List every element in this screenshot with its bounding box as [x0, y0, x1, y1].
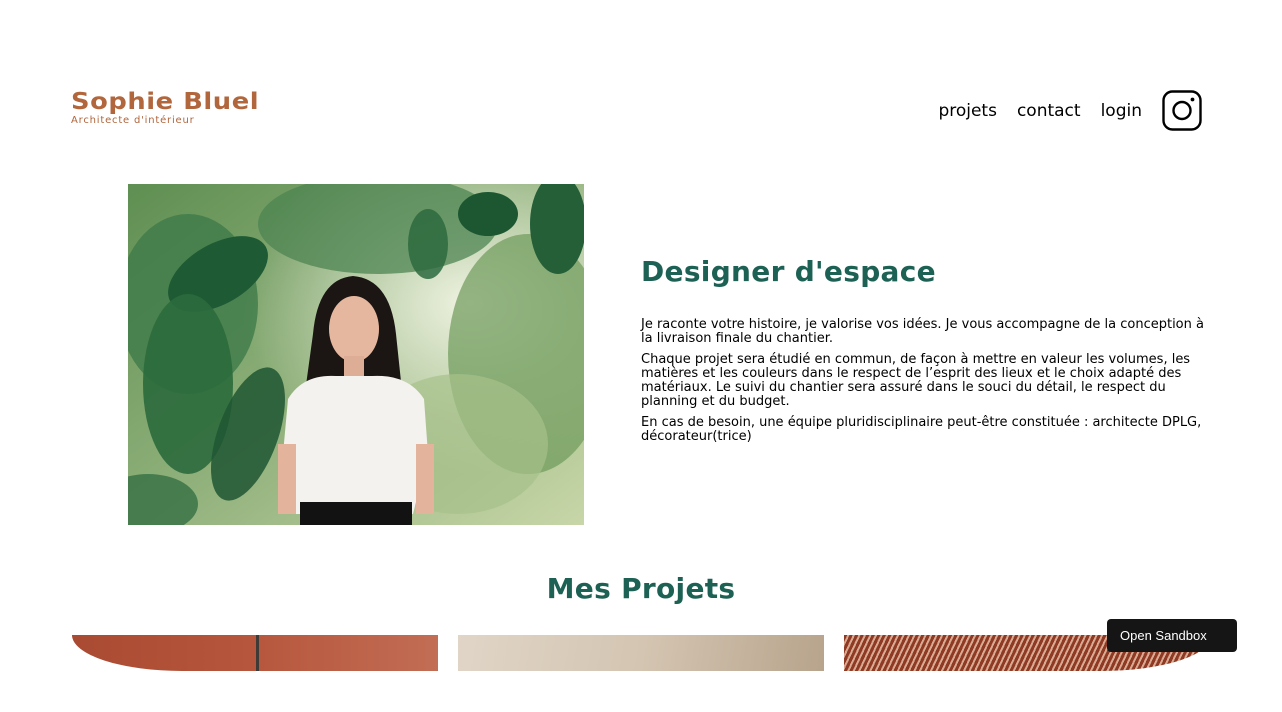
introduction-text: Designer d'espace Je raconte votre histo…: [641, 255, 1213, 451]
thumbnail-detail: [256, 635, 259, 671]
brand-subtitle: Architecte d'intérieur: [71, 115, 195, 126]
brand-logo[interactable]: Sophie Bluel Architecte d'intérieur: [71, 90, 259, 126]
intro-title: Designer d'espace: [641, 255, 936, 288]
nav-link-contact[interactable]: contact: [1017, 101, 1081, 121]
projects-title: Mes Projets: [546, 572, 736, 605]
portrait-photo: [128, 184, 584, 525]
nav-link-projets[interactable]: projets: [938, 101, 997, 121]
main-nav: projets contact login: [918, 90, 1202, 131]
page: Sophie Bluel Architecte d'intérieur proj…: [0, 0, 1282, 712]
intro-paragraph: En cas de besoin, une équipe pluridiscip…: [641, 415, 1202, 444]
project-gallery: [72, 635, 1212, 671]
project-thumbnail[interactable]: [72, 635, 438, 671]
brand-name: Sophie Bluel: [71, 89, 260, 115]
open-sandbox-button[interactable]: Open Sandbox: [1107, 619, 1237, 652]
nav-link-login[interactable]: login: [1101, 101, 1142, 121]
project-thumbnail[interactable]: [458, 635, 824, 671]
intro-paragraph: Chaque projet sera étudié en commun, de …: [641, 352, 1191, 409]
intro-paragraph: Je raconte votre histoire, je valorise v…: [641, 317, 1204, 346]
instagram-icon[interactable]: [1162, 90, 1202, 131]
